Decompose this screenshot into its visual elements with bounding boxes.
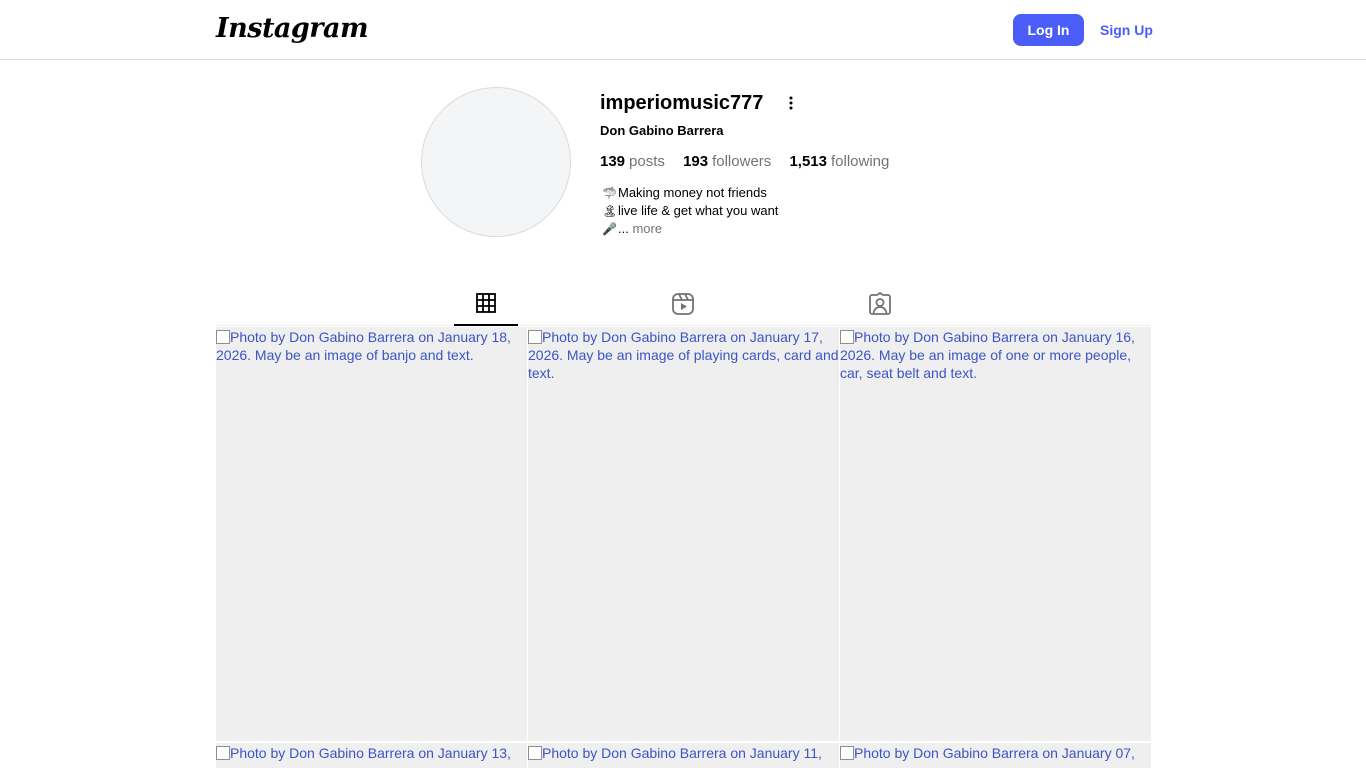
bio-line: 🏝live life & get what you want [602, 202, 778, 220]
posts-label: posts [629, 153, 665, 170]
post-alt-text: Photo by Don Gabino Barrera on January 1… [216, 329, 511, 363]
posts-count: 139 [600, 153, 626, 170]
post-image-alt: Photo by Don Gabino Barrera on January 1… [528, 327, 839, 382]
post-image-alt: Photo by Don Gabino Barrera on January 1… [528, 743, 839, 762]
profile-full-name: Don Gabino Barrera [600, 123, 724, 138]
profile-avatar[interactable] [421, 87, 571, 237]
post-alt-text: Photo by Don Gabino Barrera on January 1… [528, 329, 839, 381]
more-options-icon[interactable] [784, 94, 798, 112]
post-tile[interactable]: Photo by Don Gabino Barrera on January 0… [840, 743, 1151, 768]
profile-stats: 139 posts 193 followers 1,513 following [600, 153, 903, 170]
followers-stat[interactable]: 193 followers [683, 153, 771, 170]
profile-username: imperiomusic777 [600, 92, 764, 114]
post-tile[interactable]: Photo by Don Gabino Barrera on January 1… [216, 743, 527, 768]
post-alt-text: Photo by Don Gabino Barrera on January 1… [840, 329, 1135, 381]
grid-icon [476, 293, 496, 313]
post-image-alt: Photo by Don Gabino Barrera on January 0… [840, 743, 1151, 762]
tab-reels[interactable] [651, 286, 715, 326]
post-alt-text: Photo by Don Gabino Barrera on January 1… [230, 745, 511, 761]
posts-stat: 139 posts [600, 153, 665, 170]
followers-count: 193 [683, 153, 709, 170]
top-navigation-bar: Instagram Log In Sign Up [0, 0, 1366, 60]
bio-text: Making money not friends [618, 185, 767, 200]
post-image-alt: Photo by Don Gabino Barrera on January 1… [840, 327, 1151, 382]
post-alt-text: Photo by Don Gabino Barrera on January 1… [542, 745, 822, 761]
post-tile[interactable]: Photo by Don Gabino Barrera on January 1… [528, 743, 839, 768]
broken-image-icon [216, 746, 230, 760]
post-image-alt: Photo by Don Gabino Barrera on January 1… [216, 743, 527, 762]
shark-emoji-icon: 🦈 [602, 186, 617, 200]
bio-line: 🎤... more [602, 220, 778, 238]
tagged-icon [869, 292, 891, 315]
post-tile[interactable]: Photo by Don Gabino Barrera on January 1… [216, 327, 527, 741]
bio-text: live life & get what you want [618, 203, 779, 218]
bio-more-link[interactable]: more [632, 221, 662, 236]
broken-image-icon [840, 330, 854, 344]
following-label: following [831, 153, 890, 170]
post-alt-text: Photo by Don Gabino Barrera on January 0… [854, 745, 1135, 761]
broken-image-icon [216, 330, 230, 344]
instagram-logo[interactable]: Instagram [216, 13, 369, 44]
island-emoji-icon: 🏝 [602, 204, 618, 218]
bio-line: 🦈Making money not friends [602, 184, 778, 202]
login-button[interactable]: Log In [1013, 14, 1084, 46]
bio-text: ... [618, 221, 629, 236]
tab-tagged[interactable] [848, 286, 912, 326]
broken-image-icon [840, 746, 854, 760]
post-tile[interactable]: Photo by Don Gabino Barrera on January 1… [528, 327, 839, 741]
broken-image-icon [528, 330, 542, 344]
followers-label: followers [712, 153, 772, 170]
signup-button[interactable]: Sign Up [1096, 14, 1157, 46]
broken-image-icon [528, 746, 542, 760]
reels-icon [672, 293, 694, 315]
post-tile[interactable]: Photo by Don Gabino Barrera on January 1… [840, 327, 1151, 741]
tab-posts[interactable] [454, 286, 518, 326]
following-stat[interactable]: 1,513 following [789, 153, 889, 170]
following-count: 1,513 [789, 153, 827, 170]
post-image-alt: Photo by Don Gabino Barrera on January 1… [216, 327, 527, 364]
profile-bio: 🦈Making money not friends 🏝live life & g… [602, 184, 778, 238]
microphone-emoji-icon: 🎤 [602, 222, 617, 236]
